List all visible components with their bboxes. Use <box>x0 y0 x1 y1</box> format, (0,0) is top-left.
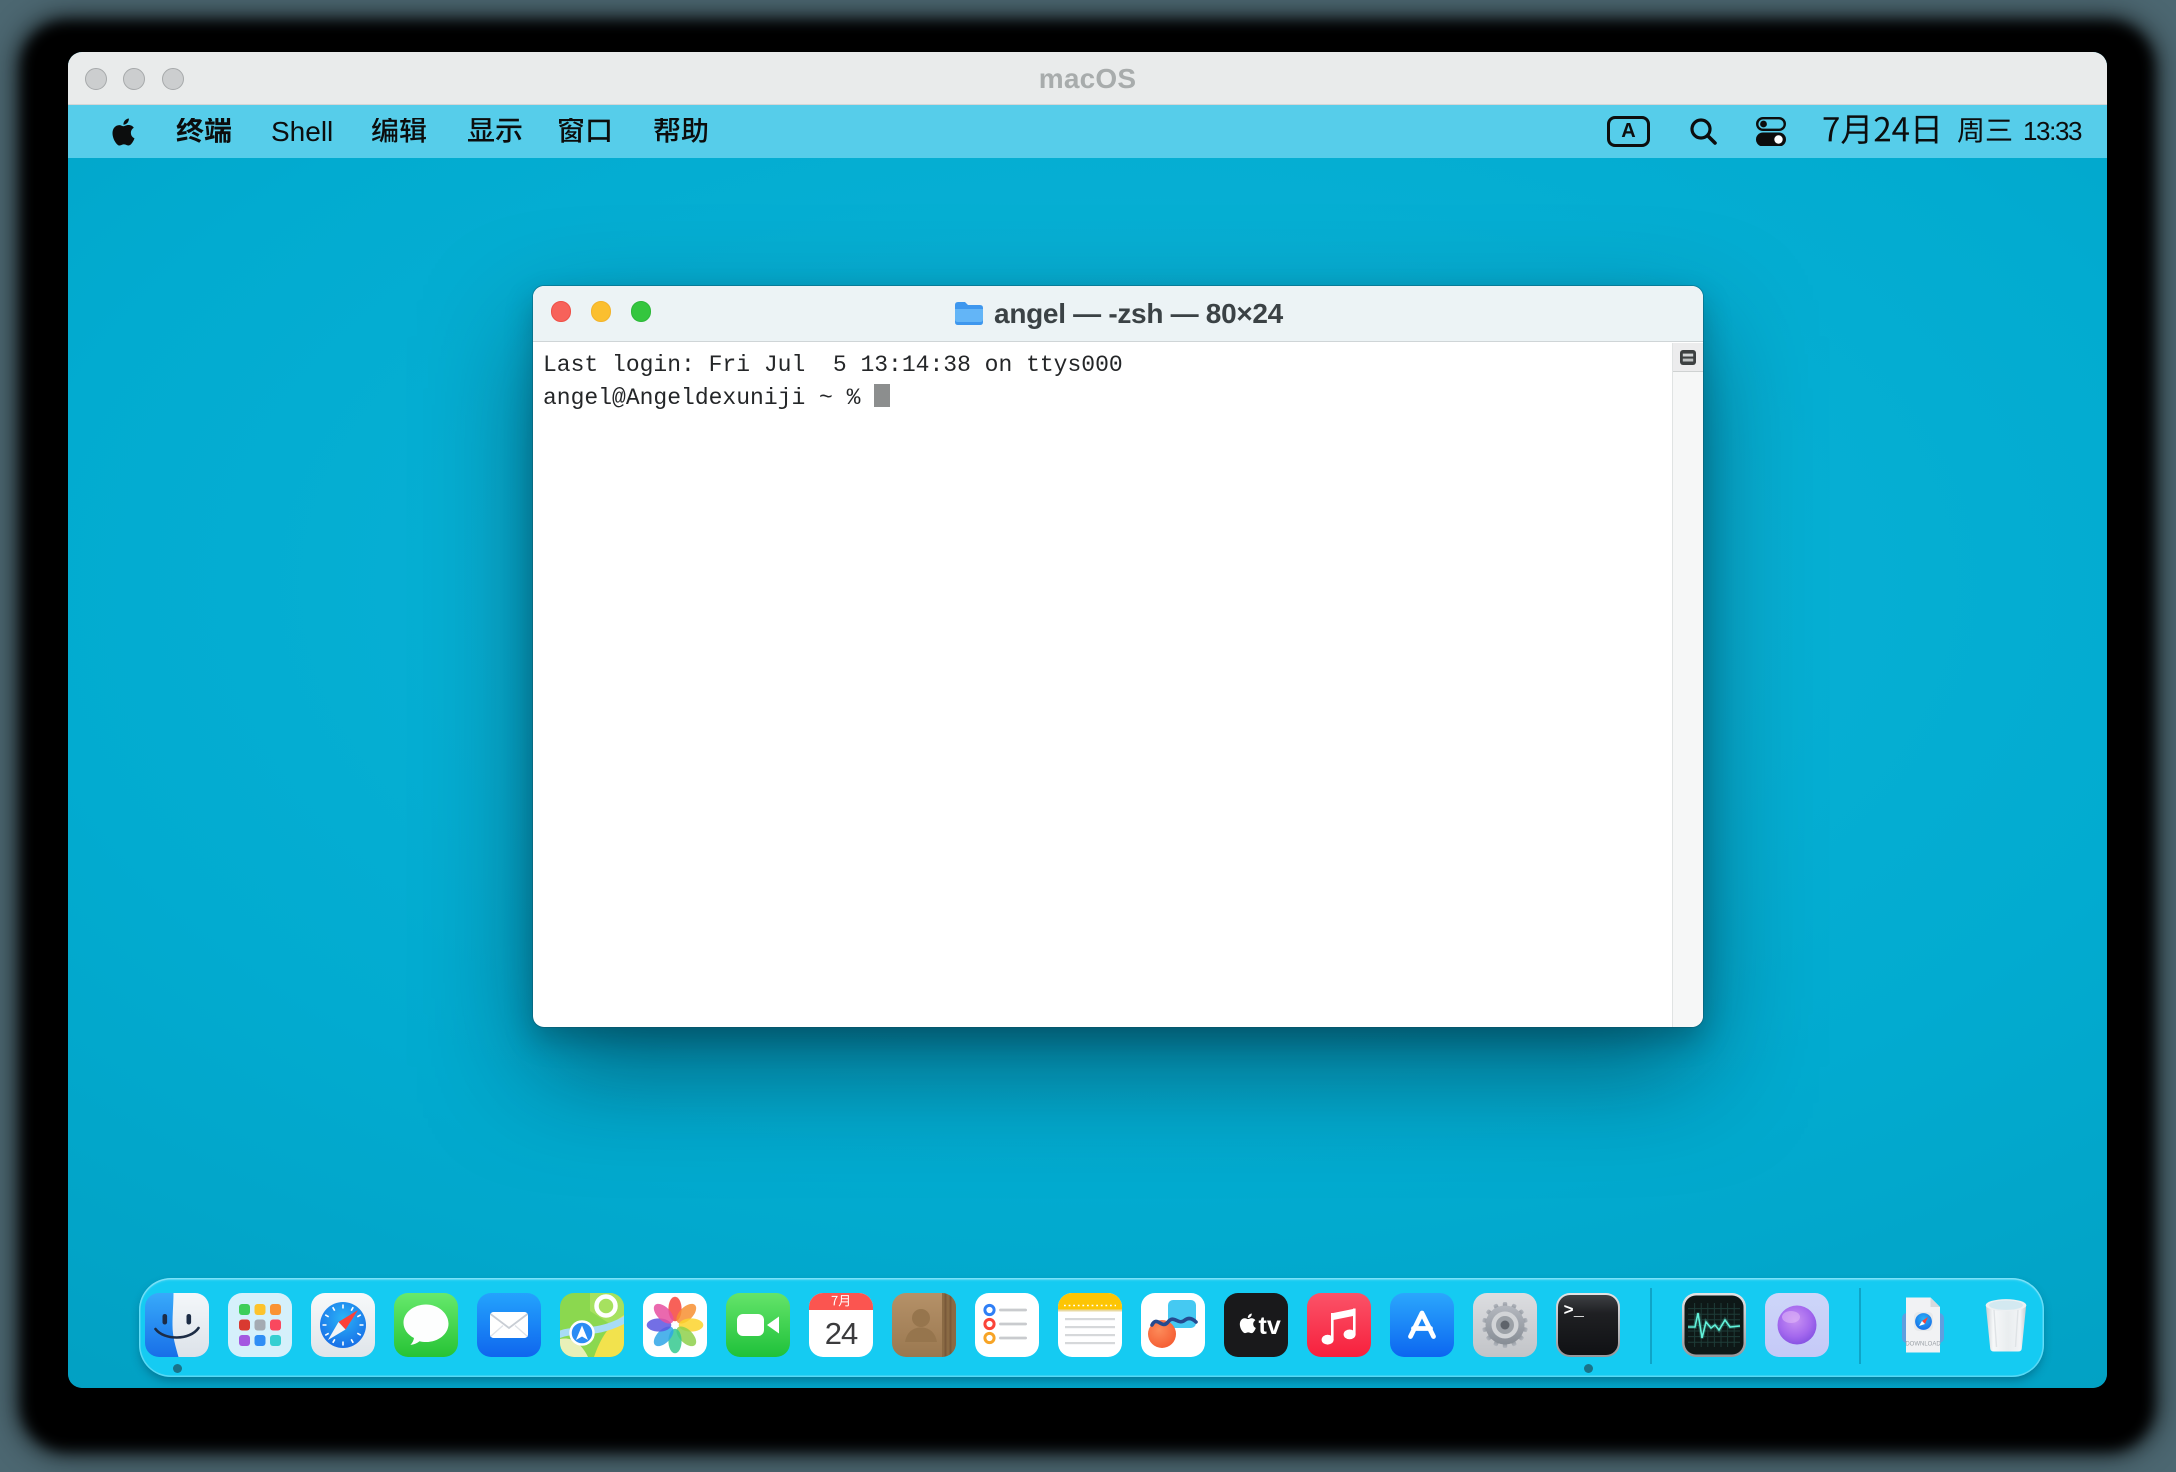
svg-text:tv: tv <box>1259 1312 1281 1340</box>
svg-text:DOWNLOAD: DOWNLOAD <box>1905 1342 1941 1348</box>
svg-text:>_: >_ <box>1564 1302 1585 1321</box>
